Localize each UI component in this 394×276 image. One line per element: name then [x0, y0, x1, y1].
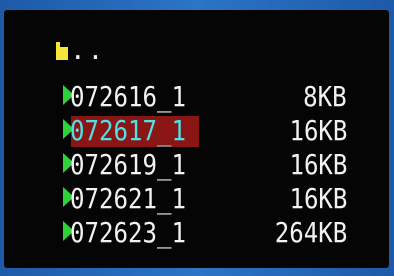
parent-directory-label: ..	[70, 36, 106, 66]
file-name: 072619_1	[70, 148, 186, 181]
file-size: 16KB	[289, 114, 347, 147]
file-row[interactable]: 072623_1 264KB	[4, 216, 389, 250]
file-size: 264KB	[274, 216, 347, 249]
file-name: 072617_1	[70, 114, 186, 147]
file-row[interactable]: 072619_1 16KB	[4, 148, 389, 182]
file-name: 072623_1	[70, 216, 186, 249]
file-name: 072621_1	[70, 182, 186, 215]
file-row[interactable]: 072616_1 8KB	[4, 80, 389, 114]
file-size: 8KB	[303, 80, 347, 113]
file-name: 072616_1	[70, 80, 186, 113]
file-browser-screen: .. 072616_1 8KB 072617_1 16KB 072619_1 1…	[4, 10, 389, 268]
file-size: 16KB	[289, 182, 347, 215]
file-row[interactable]: 072621_1 16KB	[4, 182, 389, 216]
device-frame: .. 072616_1 8KB 072617_1 16KB 072619_1 1…	[0, 0, 394, 276]
folder-up-icon	[56, 42, 68, 60]
file-size: 16KB	[289, 148, 347, 181]
file-row-selected[interactable]: 072617_1 16KB	[4, 114, 389, 148]
